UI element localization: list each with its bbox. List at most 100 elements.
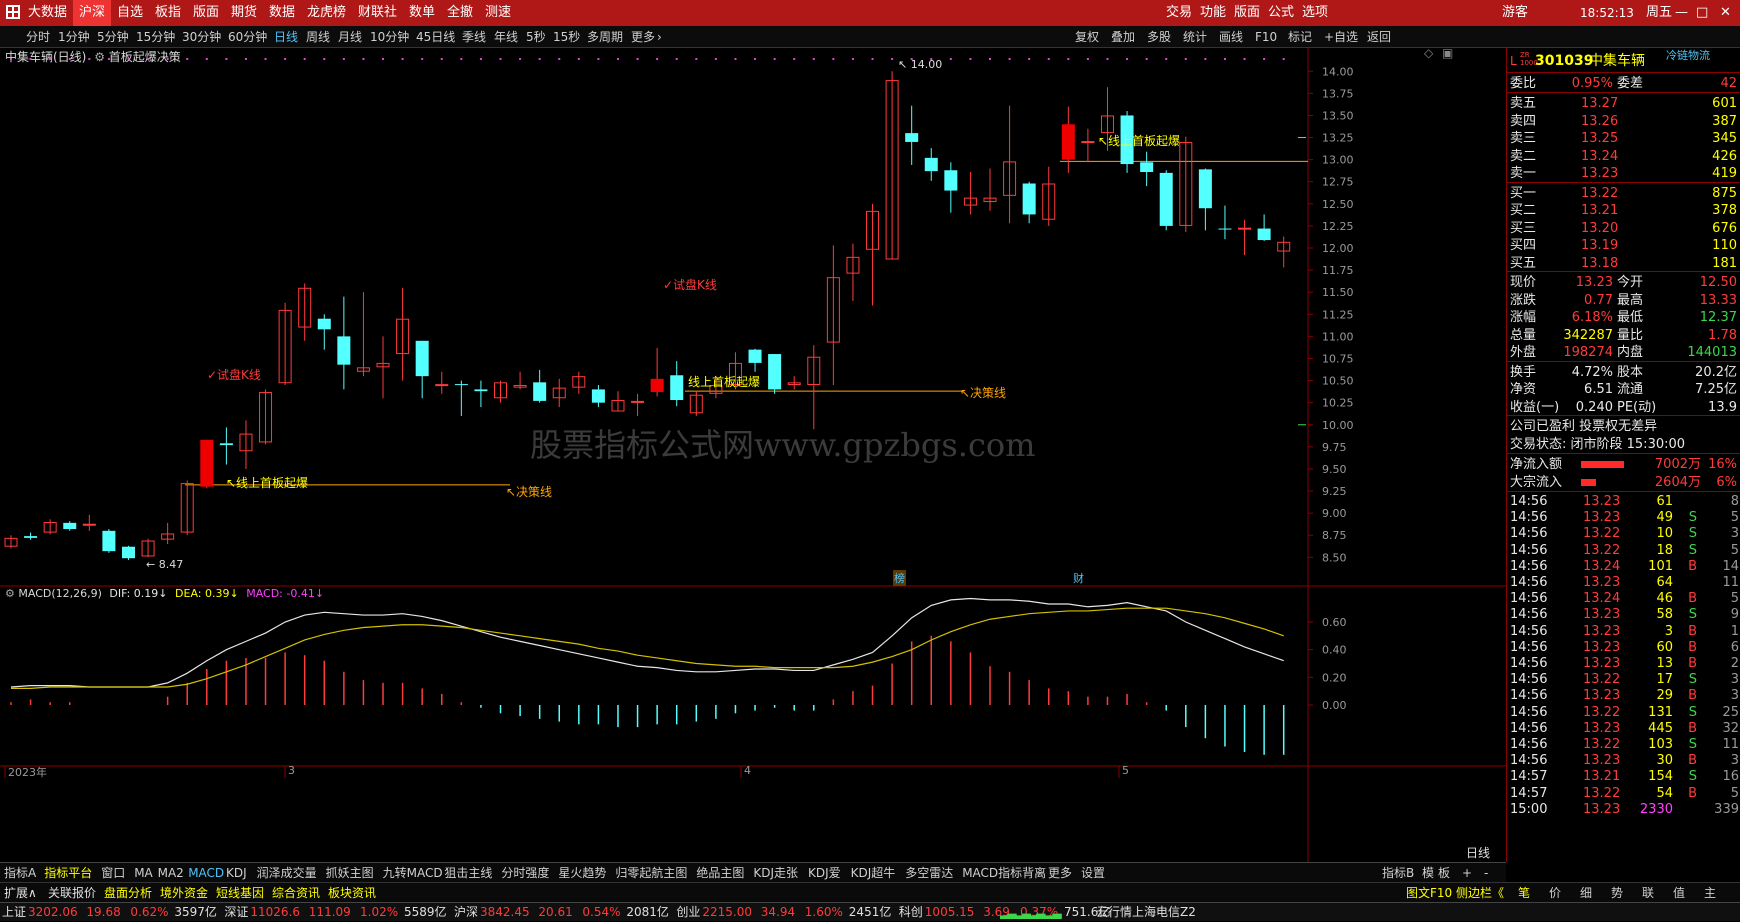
period-tab[interactable]: 季线 (462, 26, 486, 48)
tick-row[interactable]: 14:57 13.21 154 S 16 (1507, 768, 1740, 785)
indicator-tab[interactable]: KDJ (226, 863, 247, 883)
tab-template[interactable]: 模 (1422, 863, 1434, 883)
candle-down[interactable] (1159, 172, 1173, 226)
extension-tab[interactable]: 盘面分析 (104, 883, 152, 903)
candle-down[interactable] (924, 157, 938, 172)
zoom-out-button[interactable]: - (1484, 863, 1488, 883)
tick-row[interactable]: 14:56 13.24 101 B 14 (1507, 558, 1740, 575)
candle-down[interactable] (768, 354, 782, 390)
menu-item[interactable]: 大数据 (28, 0, 67, 26)
menu-item[interactable]: 期货 (231, 0, 257, 26)
zoom-in-button[interactable]: + (1462, 863, 1472, 883)
extension-tab[interactable]: 综合资讯 (272, 883, 320, 903)
extension-tab[interactable]: 扩展∧ (4, 883, 37, 903)
candle-down[interactable] (474, 389, 488, 392)
bid-row[interactable]: 买五 13.18 181 (1507, 254, 1740, 273)
menu-item-right[interactable]: 公式 (1268, 0, 1294, 26)
tick-row[interactable]: 14:56 13.23 49 S 5 (1507, 509, 1740, 526)
period-tab[interactable]: 15分钟 (136, 26, 175, 48)
indicator-tab[interactable]: 指标A (4, 863, 36, 883)
server-name[interactable]: 云行情上海电信Z2 (1096, 903, 1196, 922)
tick-row[interactable]: 14:56 13.22 17 S 3 (1507, 671, 1740, 688)
indicator-tab[interactable]: 九转MACD (383, 863, 443, 883)
indicator-tab[interactable]: 多空雷达 (905, 863, 953, 883)
index-name[interactable]: 深证 (224, 903, 248, 922)
toolbar-button[interactable]: 叠加 (1111, 26, 1135, 48)
menu-item[interactable]: 全撤 (447, 0, 473, 26)
menu-item[interactable]: 财联社 (358, 0, 397, 26)
tick-row[interactable]: 14:56 13.23 445 B 32 (1507, 720, 1740, 737)
candle-down[interactable] (1218, 228, 1232, 230)
tick-row[interactable]: 14:56 13.23 13 B 2 (1507, 655, 1740, 672)
candle-down[interactable] (1022, 183, 1036, 215)
tick-row[interactable]: 14:56 13.23 64 11 (1507, 574, 1740, 591)
concept-tag[interactable]: 冷链物流 (1666, 45, 1710, 67)
index-name[interactable]: 沪深 (454, 903, 478, 922)
period-tab[interactable]: 30分钟 (182, 26, 221, 48)
period-tab[interactable]: 1分钟 (58, 26, 90, 48)
period-tab[interactable]: 45日线 (416, 26, 455, 48)
index-name[interactable]: 科创 (899, 903, 923, 922)
candle-down[interactable] (905, 133, 919, 142)
indicator-tab[interactable]: 归零起航主图 (615, 863, 687, 883)
candle-down[interactable] (670, 375, 684, 401)
menu-item[interactable]: 数据 (269, 0, 295, 26)
candle-down[interactable] (533, 382, 547, 401)
menu-item-right[interactable]: 版面 (1234, 0, 1260, 26)
indicator-tab[interactable]: 指标平台 (44, 863, 92, 883)
toolbar-button[interactable]: 复权 (1075, 26, 1099, 48)
tick-row[interactable]: 14:56 13.23 29 B 3 (1507, 687, 1740, 704)
toolbar-button[interactable]: 画线 (1219, 26, 1243, 48)
index-name[interactable]: 创业 (676, 903, 700, 922)
ask-row[interactable]: 卖三 13.25 345 (1507, 129, 1740, 148)
candle-down[interactable] (1257, 228, 1271, 241)
tick-row[interactable]: 14:56 13.22 131 S 25 (1507, 704, 1740, 721)
tick-row[interactable]: 14:56 13.22 103 S 11 (1507, 736, 1740, 753)
tick-row[interactable]: 15:00 13.23 2330 339 (1507, 801, 1740, 818)
indicator-tab[interactable]: 更多 (1048, 863, 1072, 883)
tick-row[interactable]: 14:56 13.24 46 B 5 (1507, 590, 1740, 607)
sidebar-toggle[interactable]: 侧边栏《 (1456, 883, 1504, 903)
candle-down[interactable] (337, 336, 351, 365)
chart-area[interactable]: 中集车辆(日线) ⚙ 首板起爆决策 ◇ ▣ 14.00 13.75 13.50 13.… (0, 46, 1506, 862)
menu-item[interactable]: 板指 (155, 0, 181, 26)
ask-row[interactable]: 卖四 13.26 387 (1507, 112, 1740, 131)
indicator-tab[interactable]: MACD指标背离 (962, 863, 1046, 883)
breakout-candle[interactable] (650, 378, 664, 393)
breakout-candle[interactable] (200, 439, 214, 487)
candle-down[interactable] (63, 522, 77, 530)
side-tab[interactable]: 价 (1549, 883, 1561, 903)
toolbar-button[interactable]: 标记 (1288, 26, 1312, 48)
tab-board[interactable]: 板 (1438, 863, 1450, 883)
candle-down[interactable] (24, 536, 38, 538)
tab-indicator-b[interactable]: 指标B (1382, 863, 1414, 883)
breakout-candle[interactable] (1061, 124, 1075, 160)
period-tab[interactable]: 15秒 (553, 26, 580, 48)
menu-item-right[interactable]: 交易 (1166, 0, 1192, 26)
toolbar-button[interactable]: 返回 (1367, 26, 1391, 48)
candle-down[interactable] (591, 389, 605, 403)
side-tab[interactable]: 主 (1704, 883, 1716, 903)
indicator-tab[interactable]: MA2 (158, 863, 184, 883)
indicator-tab[interactable]: 狙击主线 (444, 863, 492, 883)
ask-row[interactable]: 卖五 13.27 601 (1507, 94, 1740, 113)
menu-item[interactable]: 自选 (117, 0, 143, 26)
tick-row[interactable]: 14:56 13.22 10 S 3 (1507, 525, 1740, 542)
tick-row[interactable]: 14:56 13.23 60 B 6 (1507, 639, 1740, 656)
period-tab[interactable]: 月线 (338, 26, 362, 48)
candle-up[interactable] (1081, 141, 1095, 144)
indicator-tab[interactable]: KDJ爱 (808, 863, 841, 883)
menu-item[interactable]: 版面 (193, 0, 219, 26)
candle-up[interactable] (1238, 227, 1252, 230)
side-tab[interactable]: 笔 (1518, 883, 1530, 903)
indicator-tab[interactable]: KDJ走张 (753, 863, 798, 883)
candle-down[interactable] (102, 530, 116, 552)
tick-row[interactable]: 14:56 13.22 18 S 5 (1507, 542, 1740, 559)
event-marker-list[interactable]: 榜 (893, 570, 906, 586)
close-button[interactable]: ✕ (1720, 0, 1731, 26)
candle-down[interactable] (219, 443, 233, 446)
extension-tab[interactable]: 境外资金 (160, 883, 208, 903)
indicator-tab[interactable]: 绝品主图 (696, 863, 744, 883)
candle-down[interactable] (454, 384, 468, 386)
menu-item[interactable]: 龙虎榜 (307, 0, 346, 26)
